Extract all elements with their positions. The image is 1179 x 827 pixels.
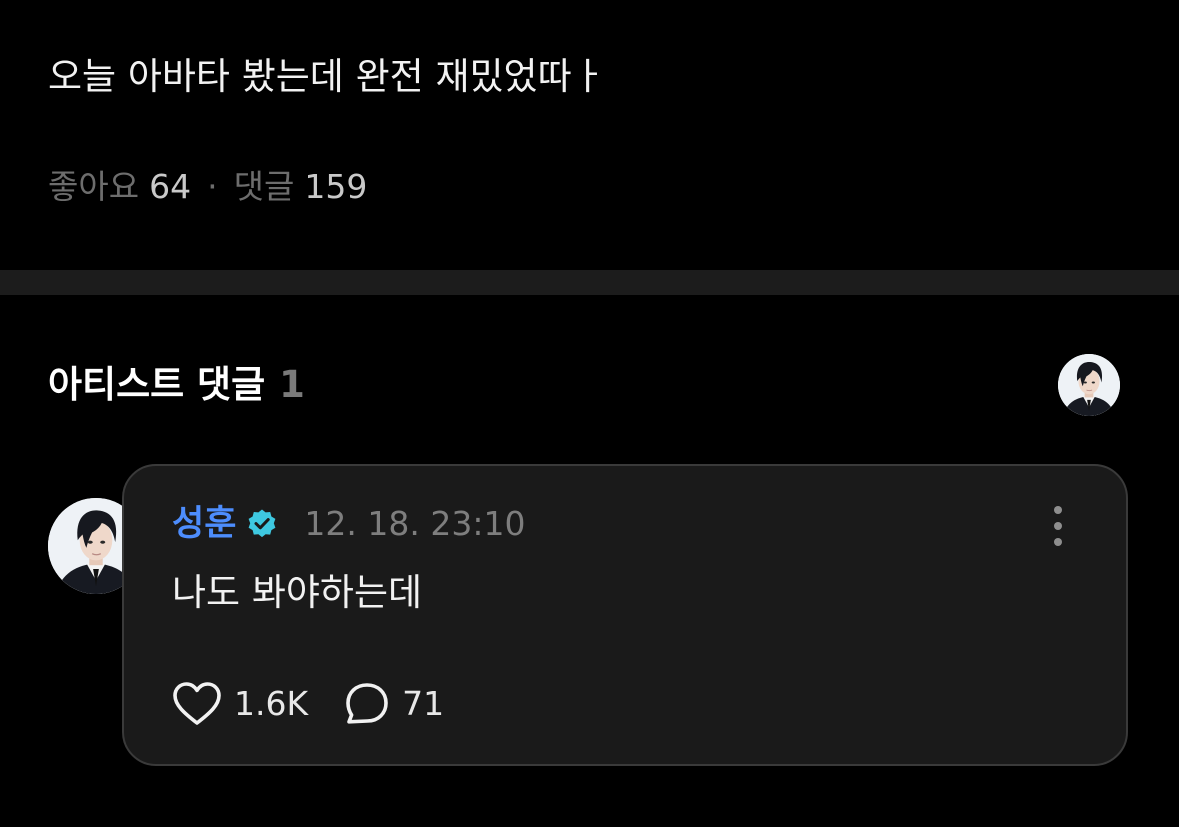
artist-comment-card: 성훈 12. 18. 23:10 나도 봐야하는데 1.6K 71 <box>122 464 1128 766</box>
like-button[interactable]: 1.6K <box>172 681 308 727</box>
like-count: 1.6K <box>234 684 309 723</box>
more-dot <box>1054 522 1062 530</box>
speech-bubble-icon <box>344 681 390 727</box>
artist-comments-title: 아티스트 댓글 <box>48 363 266 406</box>
likes-label: 좋아요 <box>48 167 140 206</box>
section-divider <box>0 270 1179 295</box>
artist-comments-heading: 아티스트 댓글 1 <box>48 360 305 410</box>
verified-badge-icon <box>246 508 278 540</box>
heart-outline-icon <box>172 681 222 727</box>
stats-separator: · <box>207 167 218 206</box>
more-dot <box>1054 538 1062 546</box>
comment-author-name[interactable]: 성훈 <box>172 502 236 546</box>
likes-count: 64 <box>149 167 192 206</box>
post-text: 오늘 아바타 봤는데 완전 재밌었따ㅏ <box>48 55 606 98</box>
artist-portrait-icon <box>1058 354 1120 416</box>
more-dot <box>1054 506 1062 514</box>
artist-comments-count: 1 <box>279 363 305 406</box>
post-stats: 좋아요 64 · 댓글 159 <box>48 166 367 208</box>
comments-count: 159 <box>304 167 368 206</box>
comment-timestamp: 12. 18. 23:10 <box>304 504 526 543</box>
reply-count: 71 <box>402 684 445 723</box>
reply-button[interactable]: 71 <box>344 681 444 727</box>
more-options-icon[interactable] <box>1048 506 1068 546</box>
comment-header: 성훈 12. 18. 23:10 <box>172 502 525 546</box>
artist-avatar-small[interactable] <box>1058 354 1120 416</box>
comment-actions: 1.6K 71 <box>172 680 444 728</box>
comment-text: 나도 봐야하는데 <box>172 571 423 614</box>
comments-label: 댓글 <box>233 167 295 206</box>
